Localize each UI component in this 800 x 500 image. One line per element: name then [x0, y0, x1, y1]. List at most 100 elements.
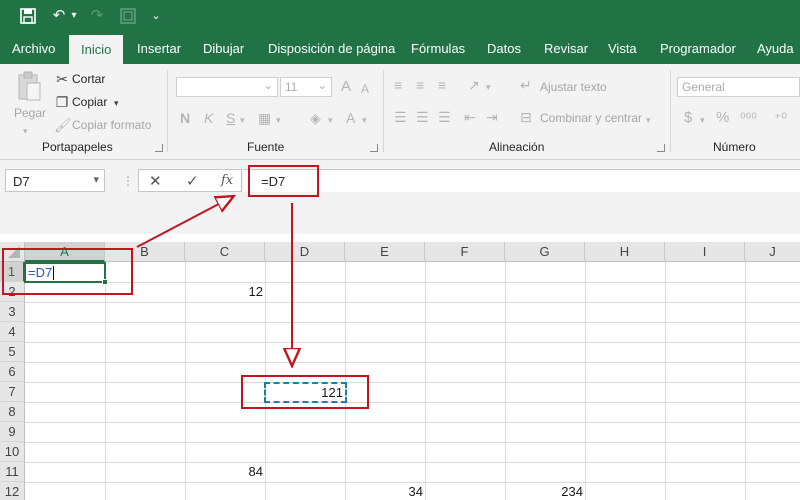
- borders-icon[interactable]: ▦: [258, 109, 271, 127]
- active-cell-a1[interactable]: =D7: [24, 262, 108, 285]
- redo-icon[interactable]: ↷: [86, 6, 108, 26]
- column-header-j[interactable]: J: [745, 242, 800, 262]
- wrap-text-label[interactable]: Ajustar texto: [540, 80, 607, 94]
- tab-revisar[interactable]: Revisar: [544, 34, 588, 64]
- font-shrink-icon[interactable]: A: [361, 80, 369, 98]
- save-icon[interactable]: [18, 6, 38, 26]
- wrap-text-icon[interactable]: ↵: [520, 76, 532, 94]
- tab-dibujar[interactable]: Dibujar: [203, 34, 244, 64]
- align-middle-icon[interactable]: ≡: [416, 76, 424, 94]
- font-color-icon[interactable]: A: [346, 109, 355, 127]
- tab-archivo[interactable]: Archivo: [12, 34, 55, 64]
- number-format-combo[interactable]: General: [677, 77, 800, 97]
- cancel-icon[interactable]: ✕: [149, 172, 162, 190]
- currency-icon[interactable]: $: [684, 109, 692, 127]
- column-header-f[interactable]: F: [425, 242, 505, 262]
- align-right-icon[interactable]: ☰: [438, 108, 451, 126]
- tab-datos[interactable]: Datos: [487, 34, 521, 64]
- align-top-icon[interactable]: ≡: [394, 76, 402, 94]
- font-color-dropdown-icon[interactable]: ▾: [362, 111, 367, 129]
- format-painter-label[interactable]: Copiar formato: [72, 118, 151, 132]
- row-header-1[interactable]: 1: [0, 262, 25, 282]
- tab-formulas[interactable]: Fórmulas: [411, 34, 465, 64]
- paste-icon[interactable]: [15, 70, 43, 104]
- fill-dropdown-icon[interactable]: ▾: [328, 111, 333, 129]
- undo-icon[interactable]: ↶: [48, 6, 70, 26]
- alignment-launcher-icon[interactable]: [657, 144, 665, 152]
- copy-icon[interactable]: ❐: [54, 93, 70, 111]
- formula-bar-grip-icon[interactable]: ⋮: [122, 174, 134, 188]
- font-grow-icon[interactable]: A: [341, 78, 351, 96]
- font-size-combo[interactable]: 11 ⌄: [280, 77, 332, 97]
- orientation-dropdown-icon[interactable]: ▾: [486, 78, 491, 96]
- fill-handle[interactable]: [102, 279, 108, 285]
- row-header-4[interactable]: 4: [0, 322, 25, 342]
- row-header-11[interactable]: 11: [0, 462, 25, 482]
- cell-c2[interactable]: 12: [185, 282, 263, 302]
- currency-dropdown-icon[interactable]: ▾: [700, 111, 705, 129]
- row-header-10[interactable]: 10: [0, 442, 25, 462]
- thousands-icon[interactable]: ⁰⁰⁰: [740, 109, 757, 127]
- cell-c11[interactable]: 84: [185, 462, 263, 482]
- undo-dropdown-icon[interactable]: ▾: [68, 6, 80, 26]
- align-left-icon[interactable]: ☰: [394, 108, 407, 126]
- increase-indent-icon[interactable]: ⇥: [486, 108, 498, 126]
- font-name-combo[interactable]: ⌄: [176, 77, 278, 97]
- scissors-icon[interactable]: ✂: [54, 70, 70, 88]
- underline-dropdown-icon[interactable]: ▾: [240, 111, 245, 129]
- orientation-icon[interactable]: ↗: [468, 76, 480, 94]
- row-header-3[interactable]: 3: [0, 302, 25, 322]
- decimal-icon[interactable]: ⁺⁰: [774, 109, 787, 127]
- column-header-d[interactable]: D: [265, 242, 345, 262]
- name-box[interactable]: D7 ▾: [5, 169, 105, 192]
- formula-input[interactable]: =D7: [243, 169, 800, 192]
- merge-dropdown-icon[interactable]: ▾: [646, 111, 651, 129]
- column-header-h[interactable]: H: [585, 242, 665, 262]
- column-header-e[interactable]: E: [345, 242, 425, 262]
- chevron-down-icon[interactable]: ▾: [93, 173, 99, 186]
- align-bottom-icon[interactable]: ≡: [438, 76, 446, 94]
- copy-label[interactable]: Copiar: [72, 95, 107, 109]
- copy-dropdown-icon[interactable]: ▾: [114, 94, 119, 112]
- clipboard-launcher-icon[interactable]: [155, 144, 163, 152]
- column-header-c[interactable]: C: [185, 242, 265, 262]
- tab-vista[interactable]: Vista: [608, 34, 637, 64]
- row-header-6[interactable]: 6: [0, 362, 25, 382]
- column-header-i[interactable]: I: [665, 242, 745, 262]
- column-header-a[interactable]: A: [25, 242, 105, 262]
- format-painter-icon[interactable]: 🖌: [54, 116, 72, 134]
- enter-icon[interactable]: ✓: [186, 172, 199, 190]
- tab-insertar[interactable]: Insertar: [137, 34, 181, 64]
- underline-icon[interactable]: S: [226, 109, 235, 127]
- customize-qat-icon[interactable]: ⌄: [148, 6, 164, 26]
- row-header-5[interactable]: 5: [0, 342, 25, 362]
- column-header-b[interactable]: B: [105, 242, 185, 262]
- row-header-12[interactable]: 12: [0, 482, 25, 500]
- row-header-2[interactable]: 2: [0, 282, 25, 302]
- cell-e12[interactable]: 34: [345, 482, 423, 500]
- select-all-corner[interactable]: [0, 242, 25, 262]
- tab-ayuda[interactable]: Ayuda: [757, 34, 794, 64]
- paste-dropdown-icon[interactable]: ▾: [23, 122, 28, 140]
- font-launcher-icon[interactable]: [370, 144, 378, 152]
- borders-dropdown-icon[interactable]: ▾: [276, 111, 281, 129]
- merge-center-icon[interactable]: ⊟: [520, 108, 532, 126]
- italic-icon[interactable]: K: [204, 109, 213, 127]
- cell-d7-reference[interactable]: 121: [264, 382, 347, 403]
- row-header-9[interactable]: 9: [0, 422, 25, 442]
- tab-inicio[interactable]: Inicio: [69, 35, 124, 64]
- decrease-indent-icon[interactable]: ⇤: [464, 108, 476, 126]
- tab-programador[interactable]: Programador: [660, 34, 736, 64]
- cut-label[interactable]: Cortar: [72, 72, 105, 86]
- tab-disposicion[interactable]: Disposición de página: [268, 34, 395, 64]
- form-icon[interactable]: [118, 6, 138, 26]
- merge-center-label[interactable]: Combinar y centrar: [540, 111, 642, 125]
- fill-color-icon[interactable]: ◈: [310, 109, 321, 127]
- align-center-icon[interactable]: ☰: [416, 108, 429, 126]
- paste-label[interactable]: Pegar: [14, 106, 46, 120]
- cell-g12[interactable]: 234: [505, 482, 583, 500]
- percent-icon[interactable]: %: [716, 109, 729, 127]
- row-header-8[interactable]: 8: [0, 402, 25, 422]
- bold-icon[interactable]: N: [180, 109, 190, 127]
- insert-function-icon[interactable]: fx: [221, 173, 233, 188]
